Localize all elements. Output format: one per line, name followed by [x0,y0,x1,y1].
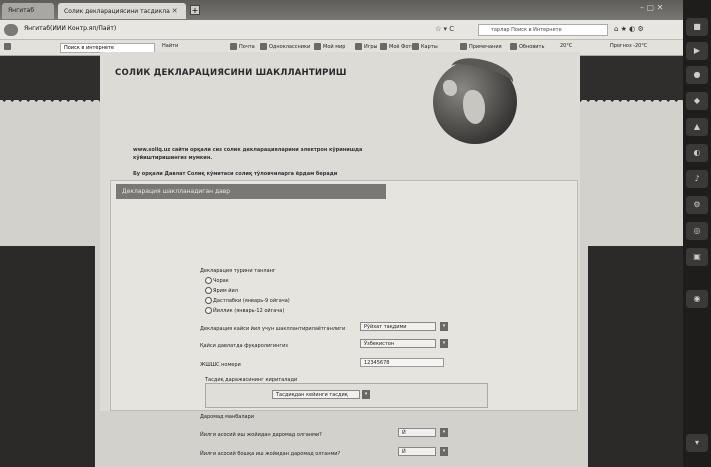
bookmark-photo[interactable]: Моё Фото [380,43,414,50]
right-item-notes[interactable]: Примечания [460,43,502,50]
bookmark-maps[interactable]: Карты [412,43,438,50]
chevron-down-icon[interactable]: ▾ [440,447,448,456]
question1-label: Йилги асосий иш жойидан даромад олганми? [200,432,322,438]
chevron-down-icon[interactable]: ▾ [362,390,370,399]
page-title: СОЛИК ДЕКЛАРАЦИЯСИНИ ШАКЛЛАНТИРИШ [115,68,347,78]
taskbar-app-1[interactable]: ■ [686,18,708,36]
url-field[interactable]: Янгитаб(ИИИ Контр.яп/Пайт) [24,25,116,32]
bookmark-find[interactable]: Найти [162,43,178,49]
bookmark-myworld[interactable]: Мой мир [314,43,345,50]
description-1: www.soliq.uz сайти орқали сиз солик декл… [133,147,363,161]
menu-icon[interactable] [4,43,13,50]
taskbar-app-9[interactable]: ◎ [686,222,708,240]
weather-now[interactable]: 20°С [560,43,572,49]
radio-halfyear[interactable]: Ярим йил [205,287,238,294]
window-controls[interactable]: – ▢ ✕ [640,3,663,12]
question2-select[interactable]: Й [398,447,436,456]
tab-strip: Янгитаб Солик декларациясини тасдикла ✕ … [0,0,683,20]
subsection-select[interactable]: Тасдиқдан кейинги тасдиқ [272,390,360,399]
taskbar-app-6[interactable]: ◐ [686,144,708,162]
new-tab-button[interactable]: + [190,5,200,15]
tray-icon[interactable]: ▾ [686,434,708,452]
search-input[interactable]: тарлар Поиск в Интернете [478,24,608,36]
income-label: Даромад манбалари [200,414,255,420]
chevron-down-icon[interactable]: ▾ [440,428,448,437]
taskbar-app-5[interactable]: ▲ [686,118,708,136]
weather-forecast[interactable]: Прогноз -20°С [610,43,647,49]
address-bar: Янгитаб(ИИИ Контр.яп/Пайт) ☆ ▾ C тарлар … [0,20,683,40]
field2-label: Қайси давлатда фуқаролигингиз [200,343,288,349]
radio-initial[interactable]: Дастлабки (январь-9 ойгача) [205,297,290,304]
left-band [0,246,95,467]
tab-new[interactable]: Янгитаб [2,3,54,19]
close-icon[interactable]: ✕ [172,7,178,15]
taskbar-app-7[interactable]: ♪ [686,170,708,188]
declaration-form [110,180,578,411]
radio-annual[interactable]: Йиллик (январь-12 ойгача) [205,307,284,314]
star-icon[interactable]: ☆ ▾ C [435,25,454,33]
radio-quarter[interactable]: Чорак [205,277,229,284]
right-band [588,246,683,467]
stir-label: ЖШШС номери [200,362,241,368]
bookmark-games[interactable]: Игры [355,43,378,50]
description-2: Бу орқали Давлат Солиқ кўмитаси солиқ тў… [133,171,338,177]
right-item-update[interactable]: Обновить [510,43,544,50]
taskbar-app-11[interactable]: ◉ [686,290,708,308]
bookmark-mail[interactable]: Почта [230,43,255,50]
country-select[interactable]: Ўзбекистон [360,339,436,348]
year-select[interactable]: Рўйхат тақдими [360,322,436,331]
back-icon[interactable] [4,24,18,36]
bookmark-ok[interactable]: Одноклассники [260,43,310,50]
field1-label: Декларация кайси йил учун шакллантирилаё… [200,326,346,332]
taskbar-app-10[interactable]: ▣ [686,248,708,266]
taskbar-app-8[interactable]: ⚙ [686,196,708,214]
question2-label: Йилги асосий бошқа иш жойидан даромад ол… [200,451,341,457]
form-header: Декларация шаклланадиган давр [116,184,386,199]
chevron-down-icon[interactable]: ▾ [440,322,448,331]
toolbar-icons[interactable]: ⌂ ★ ◐ ⚙ [614,25,674,35]
period-label: Декларация турини танланг [200,268,276,274]
taskbar-app-3[interactable]: ● [686,66,708,84]
tab-tax-declaration[interactable]: Солик декларациясини тасдикла ✕ [58,3,186,19]
question1-select[interactable]: Й [398,428,436,437]
taskbar-app-4[interactable]: ◆ [686,92,708,110]
stir-input[interactable]: 12345678 [360,358,444,367]
chevron-down-icon[interactable]: ▾ [440,339,448,348]
taskbar-app-2[interactable]: ▶ [686,42,708,60]
